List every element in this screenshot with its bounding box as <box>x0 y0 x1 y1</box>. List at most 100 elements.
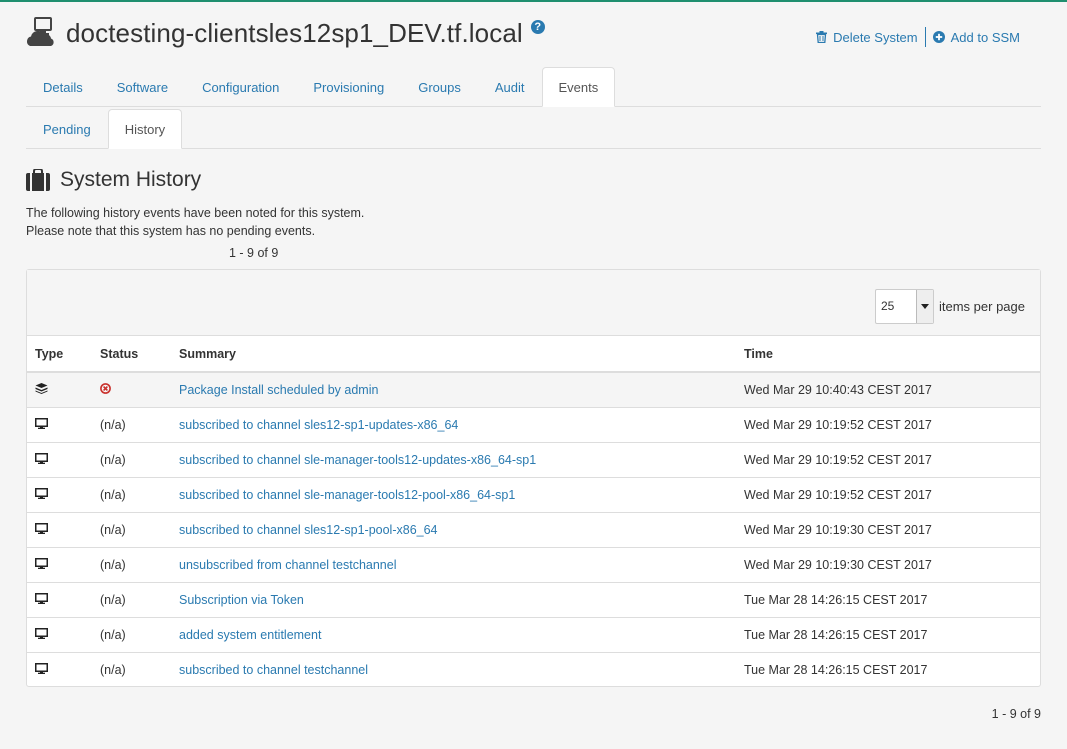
table-row: (n/a) added system entitlement Tue Mar 28 … <box>27 617 1040 653</box>
status-text: (n/a) <box>100 487 126 502</box>
column-header-time[interactable]: Time <box>736 336 1040 373</box>
column-header-status[interactable]: Status <box>92 336 171 373</box>
cell-type <box>27 407 92 443</box>
cell-type <box>27 652 92 687</box>
system-cloud-icon <box>26 17 54 46</box>
table-row: (n/a) subscribed to channel sles12-sp1-up… <box>27 407 1040 443</box>
pagination-info-top: 1 - 9 of 9 <box>229 246 279 260</box>
cell-summary: subscribed to channel sles12-sp1-pool-x8… <box>171 512 736 548</box>
cell-time: Tue Mar 28 14:26:15 CEST 2017 <box>744 662 928 677</box>
tab-groups[interactable]: Groups <box>401 67 478 107</box>
cell-time: Tue Mar 28 14:26:15 CEST 2017 <box>736 617 1040 653</box>
cell-status: (n/a) <box>92 617 171 653</box>
column-header-summary[interactable]: Summary <box>171 336 736 373</box>
cell-summary: Subscription via Token <box>171 582 736 618</box>
event-summary-link[interactable]: subscribed to channel sles12-sp1-pool-x8… <box>179 523 438 537</box>
status-text: (n/a) <box>100 662 126 677</box>
tab-details[interactable]: Details <box>26 67 100 107</box>
cell-status: (n/a) <box>92 652 171 687</box>
packages-icon <box>35 382 48 397</box>
cell-type <box>27 547 92 583</box>
description-line: The following history events have been n… <box>26 206 365 220</box>
tab-audit[interactable]: Audit <box>478 67 542 107</box>
cell-status: (n/a) <box>92 512 171 548</box>
desktop-icon <box>35 557 48 572</box>
cell-type <box>27 617 92 653</box>
cell-type <box>27 582 92 618</box>
items-per-page-label: items per page <box>939 299 1025 314</box>
tab-provisioning[interactable]: Provisioning <box>296 67 401 107</box>
delete-system-button[interactable]: Delete System <box>816 30 918 45</box>
cell-type <box>27 372 92 408</box>
cell-time: Tue Mar 28 14:26:15 CEST 2017 <box>736 582 1040 618</box>
help-icon[interactable]: ? <box>530 20 545 34</box>
cell-status: (n/a) <box>92 582 171 618</box>
cell-summary: subscribed to channel sle-manager-tools1… <box>171 477 736 513</box>
page-title: doctesting-clientsles12sp1_DEV.tf.local <box>66 18 523 48</box>
description-line: Please note that this system has no pend… <box>26 224 316 238</box>
status-text: (n/a) <box>100 592 126 607</box>
cell-summary: unsubscribed from channel testchannel <box>171 547 736 583</box>
subtab-pending[interactable]: Pending <box>26 109 108 149</box>
cell-time: Wed Mar 29 10:19:52 CEST 2017 <box>736 477 1040 513</box>
subtab-history[interactable]: History <box>107 109 183 149</box>
status-text: (n/a) <box>100 522 126 537</box>
tab-software[interactable]: Software <box>100 67 185 107</box>
desktop-icon <box>35 487 48 502</box>
page-header: doctesting-clientsles12sp1_DEV.tf.local … <box>26 16 545 50</box>
cell-summary: subscribed to channel sles12-sp1-updates… <box>171 407 736 443</box>
items-per-page-select[interactable]: 25 <box>875 289 934 324</box>
desktop-icon <box>35 627 48 642</box>
delete-system-label: Delete System <box>833 29 918 45</box>
cell-summary: Package Install scheduled by admin <box>171 372 736 408</box>
table-row: (n/a) subscribed to channel sle-manager-t… <box>27 477 1040 513</box>
table-row: (n/a) unsubscribed from channel testchann… <box>27 547 1040 583</box>
status-text: (n/a) <box>100 557 126 572</box>
history-panel: 25 items per page Type Status Summary Ti… <box>26 269 1041 687</box>
table-row: (n/a) subscribed to channel sles12-sp1-po… <box>27 512 1040 548</box>
top-accent-line <box>0 0 1067 2</box>
cell-time: Wed Mar 29 10:19:30 CEST 2017 <box>736 547 1040 583</box>
trash-icon <box>816 31 828 43</box>
cell-time: Wed Mar 29 10:19:52 CEST 2017 <box>736 407 1040 443</box>
event-summary-link[interactable]: subscribed to channel testchannel <box>179 663 368 677</box>
status-text: (n/a) <box>100 452 126 467</box>
event-summary-link[interactable]: subscribed to channel sles12-sp1-updates… <box>179 418 458 432</box>
table-row: (n/a) Subscription via Token Tue Mar 28 14… <box>27 582 1040 618</box>
status-text: (n/a) <box>100 417 126 432</box>
desktop-icon <box>35 522 48 537</box>
add-to-ssm-label: Add to SSM <box>950 29 1020 45</box>
section-header: System History <box>26 168 201 192</box>
add-to-ssm-button[interactable]: Add to SSM <box>932 29 1020 45</box>
tab-events[interactable]: Events <box>541 67 616 107</box>
column-header-type[interactable]: Type <box>27 336 92 373</box>
cell-status: (n/a) <box>92 547 171 583</box>
section-description: The following history events have been n… <box>26 204 364 240</box>
cell-summary: subscribed to channel testchannel <box>171 652 736 687</box>
section-title: System History <box>60 168 202 191</box>
event-summary-link[interactable]: subscribed to channel sle-manager-tools1… <box>179 488 515 502</box>
event-summary-link[interactable]: Package Install scheduled by admin <box>179 383 378 397</box>
cell-time: Wed Mar 29 10:19:52 CEST 2017 <box>736 442 1040 478</box>
status-text: (n/a) <box>100 627 126 642</box>
table-row: Package Install scheduled by admin Wed Ma… <box>27 372 1040 408</box>
cell-time: Wed Mar 29 10:19:30 CEST 2017 <box>736 512 1040 548</box>
event-summary-link[interactable]: unsubscribed from channel testchannel <box>179 558 397 572</box>
table-header-row: Type Status Summary Time <box>27 336 1040 373</box>
header-actions: Delete System Add to SSM <box>816 27 1020 47</box>
plus-circle-icon <box>932 31 945 43</box>
desktop-icon <box>35 662 48 677</box>
cell-type <box>27 442 92 478</box>
tab-configuration[interactable]: Configuration <box>185 67 296 107</box>
cell-summary: added system entitlement <box>171 617 736 653</box>
cell-type <box>27 512 92 548</box>
desktop-icon <box>35 592 48 607</box>
event-summary-link[interactable]: Subscription via Token <box>179 593 304 607</box>
event-summary-link[interactable]: subscribed to channel sle-manager-tools1… <box>179 453 536 467</box>
event-summary-link[interactable]: added system entitlement <box>179 628 321 642</box>
table-row: (n/a) subscribed to channel testchannel Tu… <box>27 652 1040 687</box>
cell-status: (n/a) <box>92 442 171 478</box>
sub-tabs: Pending History <box>26 109 1041 149</box>
desktop-icon <box>35 452 48 467</box>
action-divider <box>924 27 926 47</box>
